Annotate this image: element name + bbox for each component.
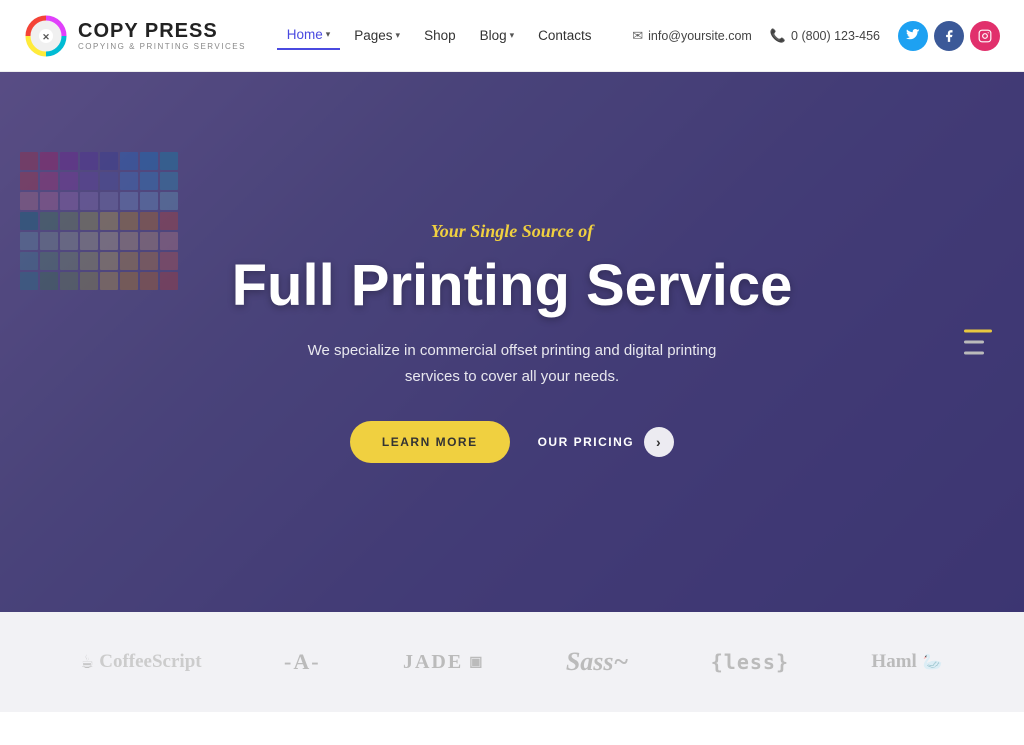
hamburger-line-2 — [964, 341, 984, 344]
nav-item-home[interactable]: Home ▾ — [277, 21, 341, 50]
site-header: ✕ COPY PRESS COPYING & PRINTING SERVICES… — [0, 0, 1024, 72]
partner-sass[interactable]: Sass~ — [566, 647, 629, 677]
nav-item-pages[interactable]: Pages ▾ — [344, 22, 410, 49]
partner-haml[interactable]: Haml 🦢 — [871, 651, 942, 673]
header-contact: ✉ info@yoursite.com 📞 0 (800) 123-456 — [632, 21, 1000, 51]
partner-angular[interactable]: -A- — [284, 649, 321, 675]
hamburger-line-3 — [964, 352, 984, 355]
hamburger-line-1 — [964, 330, 992, 333]
chevron-down-icon: ▾ — [396, 30, 401, 41]
hero-title: Full Printing Service — [232, 256, 793, 317]
partner-less[interactable]: {less} — [711, 650, 789, 674]
nav-item-blog[interactable]: Blog ▾ — [470, 22, 525, 49]
phone-icon: 📞 — [770, 28, 786, 44]
logo-subtitle: COPYING & PRINTING SERVICES — [78, 42, 246, 51]
facebook-button[interactable] — [934, 21, 964, 51]
learn-more-button[interactable]: LEARN MORE — [350, 421, 510, 463]
hero-content: Your Single Source of Full Printing Serv… — [212, 221, 813, 464]
chevron-down-icon: ▾ — [326, 29, 331, 40]
partner-coffeescript[interactable]: ☕ CoffeeScript — [81, 649, 201, 675]
hero-description: We specialize in commercial offset print… — [302, 338, 722, 389]
partner-jade[interactable]: JADE ▣ — [403, 651, 483, 674]
hero-section: Your Single Source of Full Printing Serv… — [0, 72, 1024, 612]
hamburger-menu[interactable] — [964, 330, 992, 355]
chevron-down-icon: ▾ — [510, 30, 515, 41]
nav-item-shop[interactable]: Shop — [414, 22, 466, 49]
pricing-button[interactable]: OUR PRICING › — [538, 427, 675, 457]
instagram-button[interactable] — [970, 21, 1000, 51]
logo[interactable]: ✕ COPY PRESS COPYING & PRINTING SERVICES — [24, 14, 246, 58]
contact-phone[interactable]: 📞 0 (800) 123-456 — [770, 28, 880, 44]
hero-buttons: LEARN MORE OUR PRICING › — [232, 421, 793, 463]
coffeescript-icon: ☕ — [81, 649, 93, 675]
email-icon: ✉ — [632, 28, 643, 44]
pricing-arrow-icon: › — [644, 427, 674, 457]
social-icons — [898, 21, 1000, 51]
contact-email[interactable]: ✉ info@yoursite.com — [632, 28, 752, 44]
twitter-button[interactable] — [898, 21, 928, 51]
partners-bar: ☕ CoffeeScript -A- JADE ▣ Sass~ {less} H… — [0, 612, 1024, 712]
nav-item-contacts[interactable]: Contacts — [528, 22, 601, 49]
svg-text:✕: ✕ — [42, 32, 50, 42]
main-nav: Home ▾ Pages ▾ Shop Blog ▾ Contacts — [277, 21, 602, 50]
logo-icon: ✕ — [24, 14, 68, 58]
hero-subtitle: Your Single Source of — [232, 221, 793, 242]
logo-title: COPY PRESS — [78, 20, 246, 42]
